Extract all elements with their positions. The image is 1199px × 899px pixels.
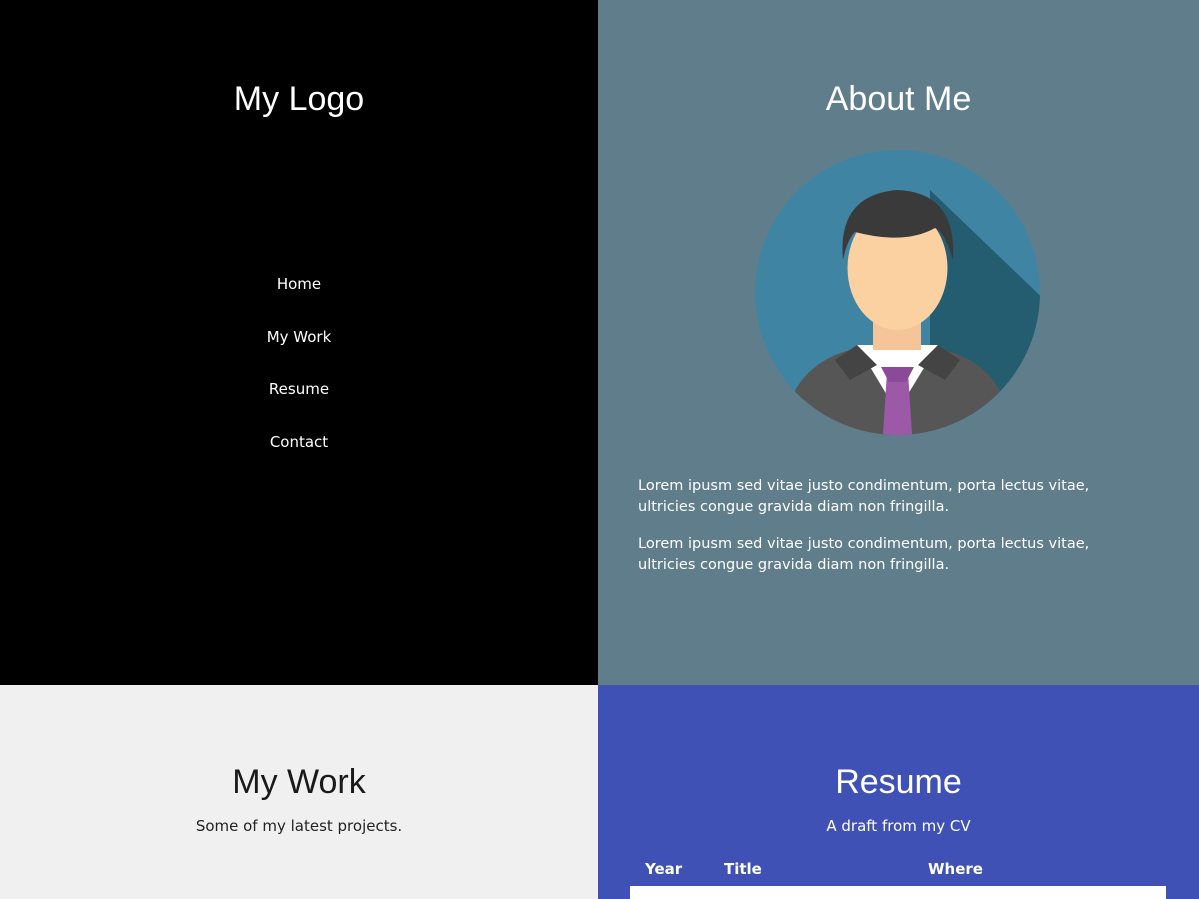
nav-item-my-work: My Work [0,327,598,380]
resume-column-where: Where [928,860,983,878]
resume-panel: Resume A draft from my CV Year Title Whe… [598,685,1199,899]
nav-link-resume[interactable]: Resume [269,380,329,398]
logo[interactable]: My Logo [0,80,598,119]
resume-table-body [630,886,1166,899]
about-panel: About Me Lorem ipusm sed vitae justo con… [598,0,1199,685]
resume-title: Resume [835,763,962,801]
resume-subtitle: A draft from my CV [826,817,971,835]
work-panel: My Work Some of my latest projects. [0,685,598,899]
nav-panel: My Logo Home My Work Resume Contact [0,0,598,685]
work-title: My Work [232,763,366,801]
resume-column-year: Year [645,860,683,878]
main-nav: Home My Work Resume Contact [0,274,598,484]
about-title: About Me [825,80,972,118]
nav-item-resume: Resume [0,379,598,432]
businessman-avatar-icon [755,150,1040,435]
nav-item-home: Home [0,274,598,327]
nav-link-my-work[interactable]: My Work [267,328,332,346]
about-paragraph: Lorem ipusm sed vitae justo condimentum,… [638,536,1090,573]
nav-item-contact: Contact [0,432,598,485]
nav-link-home[interactable]: Home [277,275,321,293]
about-paragraph: Lorem ipusm sed vitae justo condimentum,… [638,478,1090,515]
nav-link-contact[interactable]: Contact [270,433,328,451]
work-subtitle: Some of my latest projects. [195,817,403,835]
resume-column-title: Title [724,860,762,878]
